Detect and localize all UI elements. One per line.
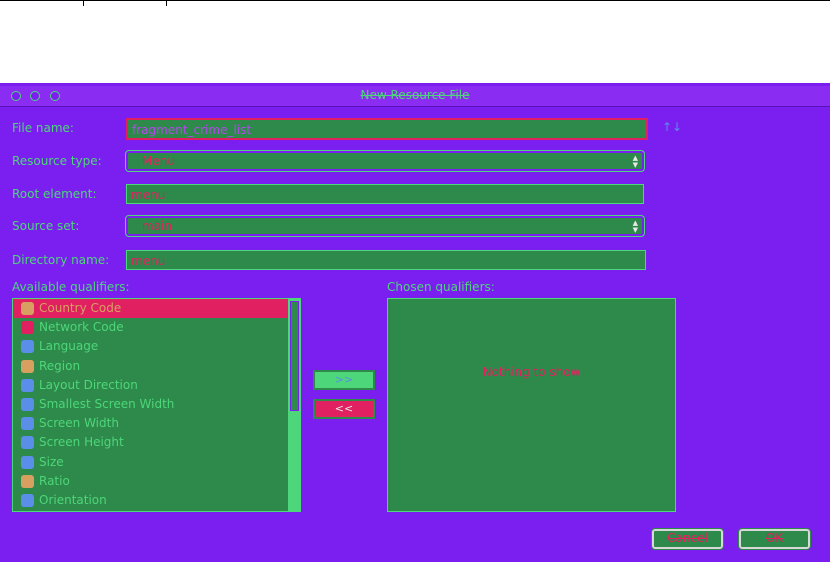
top-divider xyxy=(0,0,830,1)
directory-name-label: Directory name: xyxy=(12,253,110,267)
resource-type-label: Resource type: xyxy=(12,154,102,168)
scrollbar-thumb[interactable] xyxy=(290,301,299,411)
window-title: New Resource File xyxy=(360,88,470,102)
qualifier-item[interactable]: Layout Direction xyxy=(13,376,300,395)
ratio-icon xyxy=(21,474,34,488)
root-element-label: Root element: xyxy=(12,187,97,201)
qualifier-label: Orientation xyxy=(39,492,107,507)
resource-type-value: Menu xyxy=(142,154,175,168)
ok-button[interactable]: OK xyxy=(738,528,811,550)
root-element-input[interactable]: menu xyxy=(126,184,644,204)
qualifier-item[interactable]: Size xyxy=(13,453,300,472)
chosen-qualifiers-label: Chosen qualifiers: xyxy=(387,280,495,294)
qualifier-label: Language xyxy=(39,339,99,354)
smallest-width-icon xyxy=(21,397,34,411)
qualifier-item[interactable]: Country Code xyxy=(13,299,300,319)
qualifier-label: Screen Height xyxy=(39,435,124,450)
remove-qualifier-button[interactable]: << xyxy=(313,399,375,419)
select-arrows-icon: ▲ ▼ xyxy=(632,154,638,169)
globe-icon xyxy=(21,302,34,315)
size-icon xyxy=(21,455,34,469)
empty-list-message: Nothing to show xyxy=(482,365,581,379)
qualifier-label: Layout Direction xyxy=(39,377,138,392)
source-set-select[interactable]: main ▲ ▼ xyxy=(125,215,645,237)
sort-arrows-icon: ↑↓ xyxy=(662,120,683,134)
chosen-qualifiers-list[interactable]: Nothing to show xyxy=(387,298,676,512)
file-name-label: File name: xyxy=(12,121,74,135)
qualifier-item[interactable]: Screen Width xyxy=(13,414,300,433)
qualifier-item[interactable]: Language xyxy=(13,337,300,356)
resource-type-select[interactable]: Menu ▲ ▼ xyxy=(125,150,645,172)
divider-tick xyxy=(83,0,84,6)
divider-tick xyxy=(166,0,167,6)
qualifier-label: Screen Width xyxy=(39,416,119,431)
qualifier-item[interactable]: Orientation xyxy=(13,491,300,510)
list-scrollbar[interactable] xyxy=(288,299,300,511)
qualifier-item[interactable]: Network Code xyxy=(13,318,300,337)
screen-height-icon xyxy=(21,436,34,450)
orientation-icon xyxy=(21,493,34,507)
qualifier-label: Size xyxy=(39,454,64,469)
available-qualifiers-list[interactable]: Country Code Network Code Language Region La… xyxy=(12,298,301,512)
title-bar: New Resource File xyxy=(0,86,830,107)
qualifier-label: Network Code xyxy=(39,320,124,335)
source-set-value: main xyxy=(142,219,172,233)
screen-width-icon xyxy=(21,417,34,431)
qualifier-label: Region xyxy=(39,358,81,373)
qualifier-item[interactable]: Ratio xyxy=(13,472,300,491)
select-arrows-icon: ▲ ▼ xyxy=(632,219,638,234)
directory-name-input[interactable]: menu xyxy=(126,250,646,270)
add-qualifier-button[interactable]: >> xyxy=(313,370,375,390)
language-icon xyxy=(21,340,34,354)
qualifier-item[interactable]: Smallest Screen Width xyxy=(13,395,300,414)
available-qualifiers-label: Available qualifiers: xyxy=(12,280,130,294)
qualifier-item[interactable]: Region xyxy=(13,357,300,376)
desktop-background xyxy=(0,0,830,83)
region-icon xyxy=(21,359,34,373)
qualifier-label: Ratio xyxy=(39,473,70,488)
qualifier-label: Smallest Screen Width xyxy=(39,396,175,411)
network-icon xyxy=(21,321,34,335)
qualifier-label: Country Code xyxy=(39,301,122,315)
qualifier-item[interactable]: Screen Height xyxy=(13,433,300,452)
layout-direction-icon xyxy=(21,378,34,392)
source-set-label: Source set: xyxy=(12,219,80,233)
file-name-input[interactable]: fragment_crime_list xyxy=(126,118,648,140)
cancel-button[interactable]: Cancel xyxy=(651,528,724,550)
